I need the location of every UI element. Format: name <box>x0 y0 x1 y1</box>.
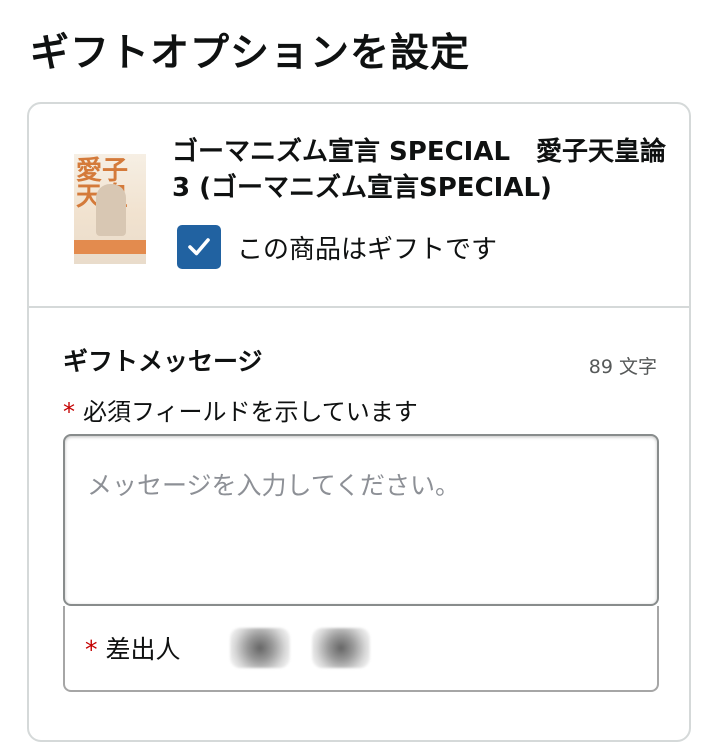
sender-name-redacted <box>230 626 390 670</box>
item-section: 愛子天皇 ゴーマニズム宣言 SPECIAL 愛子天皇論3 (ゴーマニズム宣言SP… <box>29 104 689 308</box>
required-note: * 必須フィールドを示しています <box>63 392 418 427</box>
sender-field[interactable]: * 差出人 <box>63 606 659 692</box>
checkmark-icon <box>188 238 210 256</box>
sender-label: * 差出人 <box>85 630 181 666</box>
gift-message-heading: ギフトメッセージ <box>63 347 263 376</box>
gift-checkbox[interactable] <box>177 225 221 269</box>
sender-label-text: 差出人 <box>105 635 181 664</box>
gift-options-card: 愛子天皇 ゴーマニズム宣言 SPECIAL 愛子天皇論3 (ゴーマニズム宣言SP… <box>27 102 691 742</box>
required-asterisk: * <box>63 398 75 426</box>
required-note-text: 必須フィールドを示しています <box>83 398 418 426</box>
product-title: ゴーマニズム宣言 SPECIAL 愛子天皇論3 (ゴーマニズム宣言SPECIAL… <box>172 137 667 203</box>
gift-checkbox-label: この商品はギフトです <box>237 234 498 265</box>
sender-required-asterisk: * <box>85 635 98 664</box>
page-title: ギフトオプションを設定 <box>30 31 471 76</box>
char-count: 89 文字 <box>588 356 657 378</box>
gift-message-input[interactable] <box>63 434 659 606</box>
product-image: 愛子天皇 <box>74 154 146 264</box>
gift-checkbox-row[interactable]: この商品はギフトです <box>177 224 497 270</box>
